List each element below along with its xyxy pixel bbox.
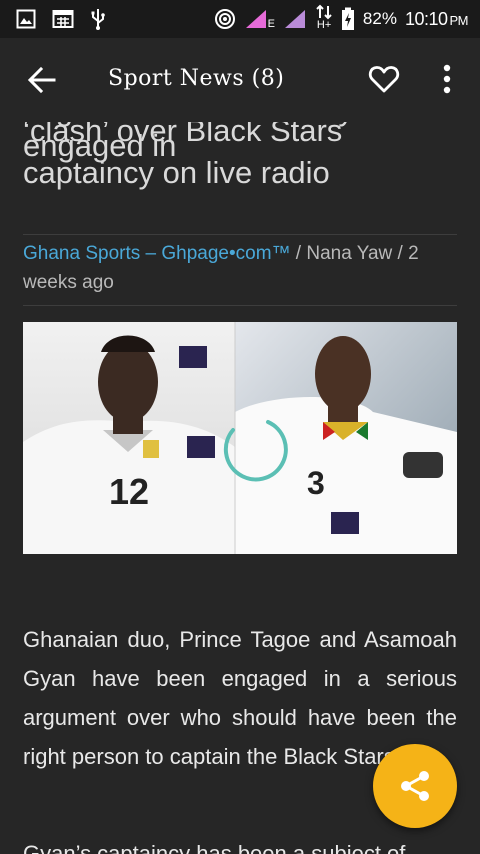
heart-outline-icon xyxy=(368,66,400,93)
app-title: Sport News (8) xyxy=(108,66,285,91)
article-hero-image[interactable]: 12 3 xyxy=(23,322,457,554)
network-h-label: H+ xyxy=(316,19,332,31)
status-bar: E H+ 82% 10:10 PM xyxy=(0,0,480,38)
overflow-menu-button[interactable] xyxy=(436,62,458,96)
article-meta: Ghana Sports – Ghpage•com™ / Nana Yaw / … xyxy=(23,234,457,306)
signal-2-icon xyxy=(284,10,305,28)
article-title: ‘clash’ over Black Stars captaincy on li… xyxy=(23,122,343,190)
clock: 10:10 PM xyxy=(404,8,469,30)
article-source-link[interactable]: Ghana Sports – Ghpage•com™ xyxy=(23,243,291,264)
share-button[interactable] xyxy=(373,744,457,828)
share-icon xyxy=(401,771,429,801)
back-button[interactable] xyxy=(26,66,58,94)
gallery-icon xyxy=(16,9,36,29)
battery-charging-icon xyxy=(341,7,354,30)
calendar-icon xyxy=(52,10,74,28)
left-jersey-number: 12 xyxy=(109,471,149,512)
data-transfer-icon: H+ xyxy=(315,4,333,34)
right-jersey-number: 3 xyxy=(307,465,325,501)
players-photo: 12 3 xyxy=(23,322,457,554)
article-paragraph-2: Gyan’s captaincy has been a subject of xyxy=(23,841,406,854)
network-e-label: E xyxy=(267,18,275,30)
signal-1-icon xyxy=(245,10,266,28)
arrow-left-icon xyxy=(27,66,56,94)
usb-icon xyxy=(91,9,105,30)
clock-ampm: PM xyxy=(449,12,469,28)
favorite-button[interactable] xyxy=(368,64,400,94)
more-vert-icon xyxy=(443,64,451,94)
clock-time: 10:10 xyxy=(404,8,448,29)
app-bar: Sport News (8) xyxy=(0,38,480,122)
hotspot-icon xyxy=(214,9,235,29)
battery-percent: 82% xyxy=(362,9,397,28)
